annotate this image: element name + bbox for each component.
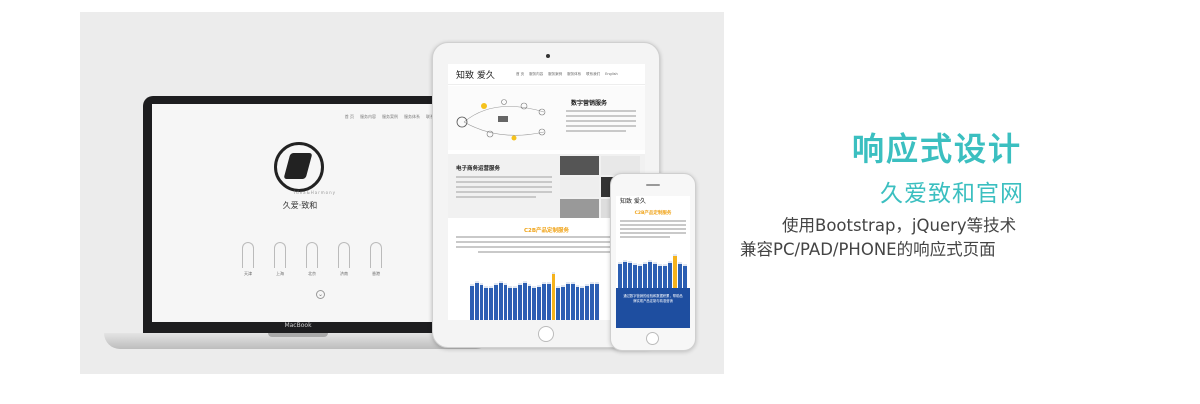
phone-logo[interactable]: 知致 爱久 xyxy=(620,196,646,205)
tablet-nav-services[interactable]: 服务内容 xyxy=(529,72,543,77)
section-title-ecommerce: 电子商务运营服务 xyxy=(456,166,501,172)
bar-column xyxy=(575,284,580,320)
bar-column xyxy=(570,281,575,320)
tablet-header: 知致 爱久 首 页 服务内容 服务案例 服务体系 联系我们 English xyxy=(448,64,645,85)
phone-banner-text: 通过数字营销的经验和数据积累，帮助品牌实现产品定制与精准营销 xyxy=(623,294,683,303)
laptop-nav-services[interactable]: 服务内容 xyxy=(360,114,376,120)
laptop-screen: 首 页 服务内容 服务案例 服务体系 联系我们 Idea&Harmony 久爱·… xyxy=(152,104,446,322)
tablet-nav-system[interactable]: 服务体系 xyxy=(567,72,581,77)
bar-column xyxy=(541,282,546,320)
city-beijing[interactable]: 北京 xyxy=(306,242,318,277)
landmark-icon xyxy=(338,242,350,268)
bar-column xyxy=(508,285,513,320)
tablet-nav-english[interactable]: English xyxy=(605,72,618,77)
bar-column xyxy=(633,263,637,288)
bar-column xyxy=(623,260,627,288)
bar-column xyxy=(628,261,632,288)
bar-column xyxy=(580,286,585,320)
camera-icon xyxy=(546,54,550,58)
bar-column xyxy=(527,283,532,320)
bar-column xyxy=(484,285,489,320)
home-button[interactable] xyxy=(646,332,659,345)
bar-column xyxy=(474,281,479,320)
laptop-nav-home[interactable]: 首 页 xyxy=(345,114,354,120)
logo-title: 久爱·致和 xyxy=(282,201,318,210)
tablet-nav: 首 页 服务内容 服务案例 服务体系 联系我们 English xyxy=(516,72,618,77)
city-shanghai[interactable]: 上海 xyxy=(274,242,286,277)
bar-column xyxy=(513,285,517,320)
bar-column xyxy=(673,254,677,288)
bar-column xyxy=(589,281,594,320)
bar-column xyxy=(498,281,503,320)
city-tianjin[interactable]: 天津 xyxy=(242,242,254,277)
phone-section-title: C2B产品定制服务 xyxy=(634,211,672,216)
laptop-nav: 首 页 服务内容 服务案例 服务体系 联系我们 xyxy=(345,114,442,120)
scroll-down-icon[interactable]: ⌄ xyxy=(316,290,325,299)
bar-column xyxy=(522,281,527,320)
landmark-icon xyxy=(274,242,286,268)
logo-subtitle: Idea&Harmony xyxy=(294,190,337,195)
home-button[interactable] xyxy=(538,326,554,342)
tablet-logo[interactable]: 知致 爱久 xyxy=(456,68,495,81)
landmark-icon xyxy=(306,242,318,268)
bar-column xyxy=(643,261,647,288)
section-title-digital: 数字营销服务 xyxy=(571,100,608,107)
bar-column xyxy=(663,263,667,288)
tablet-nav-home[interactable]: 首 页 xyxy=(516,72,524,77)
tablet-nav-contact[interactable]: 联系我们 xyxy=(586,72,600,77)
phone-product-bars xyxy=(618,254,688,288)
bar-column xyxy=(479,282,484,320)
compat-description: 兼容PC/PAD/PHONE的响应式页面 xyxy=(740,240,996,259)
phone-screen: 知致 爱久 C2B产品定制服务 通过数字营销的经验和数据积累，帮助品牌实现产品定… xyxy=(616,196,690,328)
city-jinan[interactable]: 济南 xyxy=(338,242,350,277)
city-list: 天津 上海 北京 济南 香港 xyxy=(242,242,382,277)
bar-column xyxy=(489,286,493,320)
bar-column xyxy=(594,282,599,320)
bar-column xyxy=(546,281,551,320)
speaker-icon xyxy=(646,184,660,186)
brand-logo-icon xyxy=(274,142,324,192)
bar-column xyxy=(648,260,652,288)
headline-subtitle: 久爱致和官网 xyxy=(880,181,1024,207)
laptop-nav-cases[interactable]: 服务案例 xyxy=(382,114,398,120)
bar-column xyxy=(537,285,541,320)
laptop-brand-label: MacBook xyxy=(284,322,312,329)
bar-column xyxy=(585,284,589,320)
bar-column xyxy=(503,283,508,320)
bar-column xyxy=(668,261,672,288)
bar-column xyxy=(658,263,662,288)
landmark-icon xyxy=(242,242,254,268)
bar-column xyxy=(561,284,565,320)
tablet-nav-cases[interactable]: 服务案例 xyxy=(548,72,562,77)
bar-column xyxy=(638,263,642,288)
laptop-nav-system[interactable]: 服务体系 xyxy=(404,114,420,120)
marketing-diagram-icon xyxy=(456,99,546,141)
bar-column xyxy=(470,283,474,320)
laptop-notch xyxy=(268,333,328,337)
bar-column xyxy=(556,286,561,320)
tech-description: 使用Bootstrap，jQuery等技术 xyxy=(782,216,1017,235)
city-hongkong[interactable]: 香港 xyxy=(370,242,382,277)
bar-column xyxy=(683,263,687,288)
bar-column xyxy=(517,282,522,320)
bar-column xyxy=(678,262,682,288)
bar-column xyxy=(653,261,657,288)
bar-column xyxy=(565,281,570,320)
product-bars xyxy=(470,272,600,320)
landmark-icon xyxy=(370,242,382,268)
headline-title: 响应式设计 xyxy=(852,130,1023,168)
bar-column xyxy=(532,286,537,320)
bar-column xyxy=(618,262,622,288)
bar-column xyxy=(551,272,556,320)
bar-column xyxy=(493,283,498,320)
